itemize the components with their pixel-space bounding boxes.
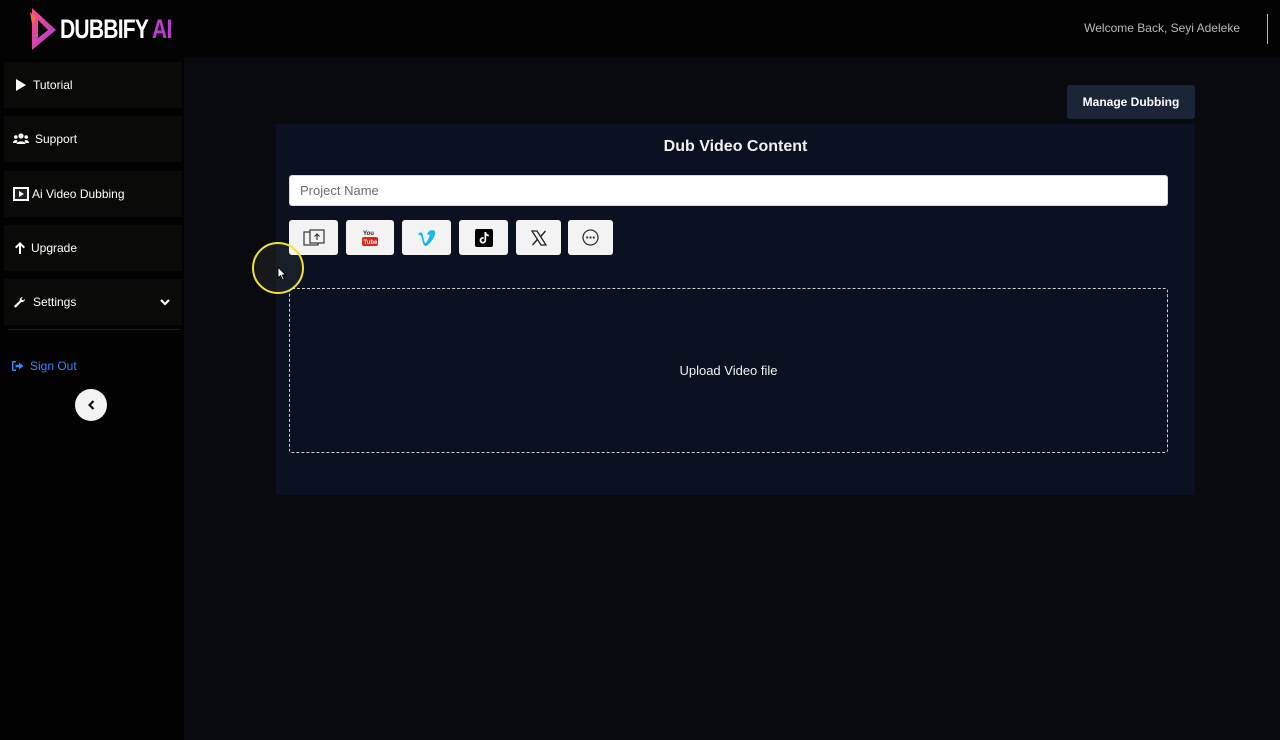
sidebar-item-label: Tutorial <box>33 78 73 92</box>
sidebar-item-settings[interactable]: Settings <box>4 279 182 325</box>
arrow-up-icon <box>12 240 28 256</box>
sidebar-item-label: Settings <box>33 295 77 309</box>
users-icon <box>12 131 30 147</box>
sidebar-item-label: Ai Video Dubbing <box>32 187 125 201</box>
sidebar-item-label: Support <box>35 132 78 146</box>
sidebar-item-ai-video-dubbing[interactable]: Ai Video Dubbing <box>4 171 182 217</box>
chevron-left-icon <box>87 400 95 410</box>
sidebar-item-tutorial[interactable]: Tutorial <box>4 62 182 108</box>
manage-dubbing-button[interactable]: Manage Dubbing <box>1067 85 1195 119</box>
collapse-sidebar-button[interactable] <box>75 389 107 421</box>
play-icon <box>12 77 28 93</box>
logo-text: DUBBIFY AI <box>60 13 172 44</box>
app-logo[interactable]: DUBBIFY AI <box>28 6 203 52</box>
sidebar-item-upgrade[interactable]: Upgrade <box>4 225 182 271</box>
tiktok-icon <box>474 228 493 247</box>
logo-mark-icon <box>30 8 56 50</box>
sidebar-divider <box>8 329 180 330</box>
sign-out-label: Sign Out <box>30 359 77 373</box>
svg-text:You: You <box>363 231 374 237</box>
header-divider <box>1267 14 1268 44</box>
sidebar: Tutorial Support Ai Video Dubbing Upgrad… <box>0 58 184 740</box>
mouse-cursor-icon <box>277 265 287 286</box>
sidebar-item-support[interactable]: Support <box>4 116 182 162</box>
welcome-message: Welcome Back, Seyi Adeleke <box>1084 21 1240 35</box>
upload-dropzone[interactable]: Upload Video file <box>289 288 1168 453</box>
sidebar-item-label: Upgrade <box>31 241 78 255</box>
sign-out-link[interactable]: Sign Out <box>12 359 77 373</box>
x-icon <box>530 229 547 246</box>
svg-text:Tube: Tube <box>364 240 379 246</box>
top-header: DUBBIFY AI Welcome Back, Seyi Adeleke <box>0 0 1280 58</box>
page-title: Dub Video Content <box>663 138 808 155</box>
youtube-icon: You Tube <box>362 229 378 247</box>
dropzone-label: Upload Video file <box>679 363 778 378</box>
upload-file-icon <box>302 228 325 247</box>
dub-video-card: Dub Video Content You Tube <box>276 124 1195 495</box>
main-content: Manage Dubbing Dub Video Content You Tub… <box>184 58 1280 740</box>
tiktok-button[interactable] <box>459 220 508 255</box>
more-icon <box>582 229 599 246</box>
more-sources-button[interactable] <box>568 220 613 255</box>
youtube-button[interactable]: You Tube <box>346 220 394 255</box>
x-button[interactable] <box>516 220 561 255</box>
vimeo-button[interactable] <box>402 220 451 255</box>
chevron-down-icon[interactable] <box>160 295 170 309</box>
project-name-input[interactable] <box>289 175 1168 206</box>
vimeo-icon <box>417 229 437 247</box>
video-icon <box>12 186 29 202</box>
sign-out-icon <box>12 361 24 371</box>
wrench-icon <box>12 294 28 310</box>
